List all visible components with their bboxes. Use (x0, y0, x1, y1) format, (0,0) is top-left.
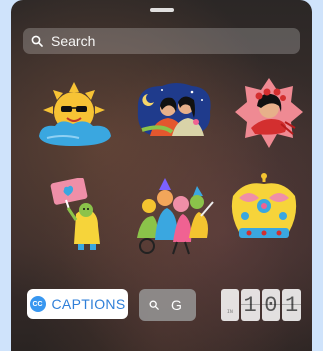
search-icon (31, 35, 43, 47)
counter-digit: 1 (282, 289, 302, 321)
sun-girl-icon (39, 82, 111, 146)
search-sticker[interactable]: G (139, 289, 196, 321)
woman-flowers-icon (235, 78, 303, 148)
heart-sign-character-sticker[interactable] (46, 178, 112, 252)
heart-sign-icon (50, 178, 100, 250)
two-girls-icon (137, 83, 211, 136)
drag-handle[interactable] (150, 8, 174, 12)
search-icon (149, 300, 159, 310)
captions-sticker[interactable]: CC CAPTIONS (27, 289, 128, 319)
captions-label: CAPTIONS (51, 296, 126, 312)
crown-sticker[interactable] (225, 170, 303, 248)
crown-icon (231, 173, 297, 238)
counter-prefix: IN (221, 289, 239, 321)
crowd-dancing-sticker[interactable] (127, 176, 217, 256)
woman-flowers-sticker[interactable] (233, 76, 305, 152)
search-input[interactable] (49, 32, 293, 50)
sticker-tray: CC CAPTIONS G IN 1 0 1 (11, 0, 312, 351)
two-girls-night-sticker[interactable] (132, 80, 216, 142)
sun-girl-sticker[interactable] (33, 80, 115, 148)
counter-digit: 1 (240, 289, 260, 321)
search-bar[interactable] (23, 28, 300, 54)
crowd-icon (137, 178, 214, 255)
search-sticker-query: G (171, 297, 182, 313)
counter-digit: 0 (261, 289, 281, 321)
countdown-sticker[interactable]: IN 1 0 1 (221, 289, 302, 321)
captions-icon: CC (29, 296, 46, 312)
